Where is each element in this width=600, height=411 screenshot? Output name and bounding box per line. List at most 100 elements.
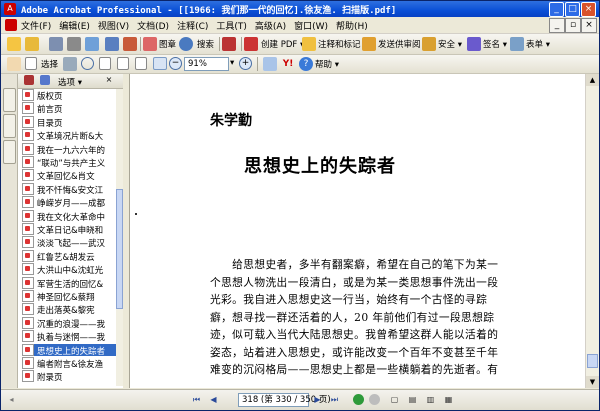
zoom-in-icon[interactable] (81, 57, 94, 70)
options-button[interactable]: 选项 ▾ (58, 76, 82, 88)
search-label[interactable]: 搜索 (197, 38, 214, 50)
last-page-icon[interactable]: ⏭ (329, 394, 340, 405)
comment-icon[interactable] (302, 37, 316, 51)
bookmark-item[interactable]: 大洪山中&沈虹光 (22, 263, 116, 276)
create-pdf-button[interactable]: 创建 PDF ▾ (261, 38, 304, 50)
panel-splitter[interactable] (123, 74, 130, 388)
bookmark-item[interactable]: 军营生活的回忆& (22, 276, 116, 289)
menu-item[interactable]: 窗口(W) (294, 22, 328, 32)
previous-page-icon[interactable]: ◀ (208, 394, 219, 405)
go-forward-icon[interactable] (369, 394, 380, 405)
next-page-icon[interactable]: ▶ (312, 394, 323, 405)
close-button[interactable]: × (581, 2, 596, 17)
delete-bookmark-icon[interactable] (24, 75, 34, 85)
forms-icon[interactable] (510, 37, 524, 51)
bookmark-item[interactable]: “联动”与共产主义 (22, 156, 116, 168)
bookmark-item[interactable]: 我不忏悔&安文江 (22, 182, 116, 195)
acrobat-app-icon[interactable]: A (4, 3, 16, 15)
bookmark-item[interactable]: 版权页 (22, 89, 116, 101)
menu-item[interactable]: 帮助(H) (336, 22, 368, 32)
send-review-icon[interactable] (362, 37, 376, 51)
document-menu-icon[interactable] (5, 19, 17, 31)
images-icon[interactable] (143, 37, 157, 51)
acrobat-icon[interactable] (222, 37, 236, 51)
bookmark-item[interactable]: 文革境况片断&大 (22, 129, 116, 142)
sign-button[interactable]: 签名 ▾ (483, 38, 507, 50)
stamp-icon[interactable] (123, 37, 137, 51)
tab-bookmarks[interactable] (3, 88, 16, 112)
bookmark-scrollbar[interactable] (116, 89, 123, 386)
menu-item[interactable]: 文件(F) (21, 22, 51, 32)
hand-tool-icon[interactable] (7, 57, 21, 71)
bookmark-item[interactable]: 红鲁艺&胡发云 (22, 249, 116, 262)
attach-icon[interactable] (105, 37, 119, 51)
fit-page-icon[interactable] (117, 57, 129, 70)
doc-minimize-button[interactable]: _ (549, 18, 565, 33)
fit-visible-icon[interactable] (153, 57, 167, 70)
bookmark-item[interactable]: 附录页 (22, 370, 116, 383)
tab-pages[interactable] (3, 114, 16, 138)
search-icon[interactable] (179, 37, 193, 51)
images-label[interactable]: 图章 (159, 38, 176, 50)
menu-item[interactable]: 工具(T) (216, 22, 247, 32)
page-number-field[interactable]: 318 (第 330 / 350 页) (238, 393, 331, 407)
bookmark-item[interactable]: 走出落英&黎宪 (22, 303, 116, 316)
create-pdf-icon[interactable] (244, 37, 258, 51)
zoom-dropdown-icon[interactable]: ▾ (230, 58, 234, 68)
save-icon[interactable] (49, 37, 63, 51)
email-icon[interactable] (85, 37, 99, 51)
bookmark-item[interactable]: 文革回忆&肖文 (22, 169, 116, 182)
continuous-page-icon[interactable]: ▤ (407, 394, 418, 405)
first-page-icon[interactable]: ⏮ (191, 394, 202, 405)
bookmark-item[interactable]: 淡淡飞起——武汉 (22, 236, 116, 249)
document-scrollbar[interactable]: ▲ ▼ (585, 74, 599, 388)
menu-item[interactable]: 编辑(E) (59, 22, 90, 32)
snapshot-icon[interactable] (63, 57, 77, 71)
scroll-down-icon[interactable]: ▼ (586, 376, 599, 388)
zoom-in-plus-icon[interactable]: + (239, 57, 252, 70)
document-scroll-thumb[interactable] (587, 354, 598, 368)
open-folder-icon[interactable] (7, 37, 21, 51)
bookmark-item[interactable]: 神圣回忆&蔡翔 (22, 290, 116, 302)
panel-close-icon[interactable]: × (104, 75, 114, 85)
menu-item[interactable]: 注释(C) (177, 22, 208, 32)
bookmark-item[interactable]: 我在文化大革命中 (22, 209, 116, 222)
doc-restore-button[interactable]: ▫ (565, 18, 581, 33)
continuous-facing-icon[interactable]: ▦ (443, 394, 454, 405)
comment-button[interactable]: 注释和标记 ▾ (318, 38, 367, 50)
bookmark-scroll-thumb[interactable] (116, 189, 123, 309)
scroll-up-icon[interactable]: ▲ (586, 74, 599, 86)
single-page-icon[interactable]: ▢ (389, 394, 400, 405)
bookmark-item[interactable]: 峥嵘岁月——成都 (22, 196, 116, 209)
select-label[interactable]: 选择 (41, 58, 58, 70)
bookmark-item[interactable]: 目录页 (22, 115, 116, 128)
sign-icon[interactable] (467, 37, 481, 51)
bookmark-item[interactable]: 文革日记&申晓和 (22, 223, 116, 235)
yahoo-icon[interactable]: Y! (281, 57, 295, 71)
select-tool-icon[interactable] (25, 57, 37, 70)
zoom-out-icon[interactable]: − (169, 57, 182, 70)
facing-page-icon[interactable]: ▥ (425, 394, 436, 405)
minimize-button[interactable]: _ (549, 2, 564, 17)
zoom-field[interactable]: 91% (184, 57, 229, 71)
lock-icon[interactable] (422, 37, 436, 51)
menu-item[interactable]: 高级(A) (255, 22, 286, 32)
forms-button[interactable]: 表单 ▾ (526, 38, 550, 50)
create-folder-icon[interactable] (25, 37, 39, 51)
rotate-icon[interactable] (263, 57, 277, 71)
fit-width-icon[interactable] (135, 57, 147, 70)
bookmark-item[interactable]: 沉重的浪漫——我 (22, 316, 116, 329)
go-back-icon[interactable] (353, 394, 364, 405)
print-icon[interactable] (67, 37, 81, 51)
new-bookmark-icon[interactable] (40, 75, 50, 85)
tab-signatures[interactable] (3, 140, 16, 164)
doc-close-button[interactable]: × (581, 18, 597, 33)
menu-item[interactable]: 文档(D) (137, 22, 169, 32)
send-review-button[interactable]: 发送供审阅 ▾ (378, 38, 427, 50)
actual-size-icon[interactable] (99, 57, 111, 70)
help-icon[interactable]: ? (299, 57, 313, 71)
menu-item[interactable]: 视图(V) (98, 22, 129, 32)
bookmark-item[interactable]: 执着与迷惘——我 (22, 330, 116, 343)
bookmark-item[interactable]: 思想史上的失踪者 (22, 343, 116, 356)
bookmark-item[interactable]: 我在一九六六年的 (22, 142, 116, 155)
